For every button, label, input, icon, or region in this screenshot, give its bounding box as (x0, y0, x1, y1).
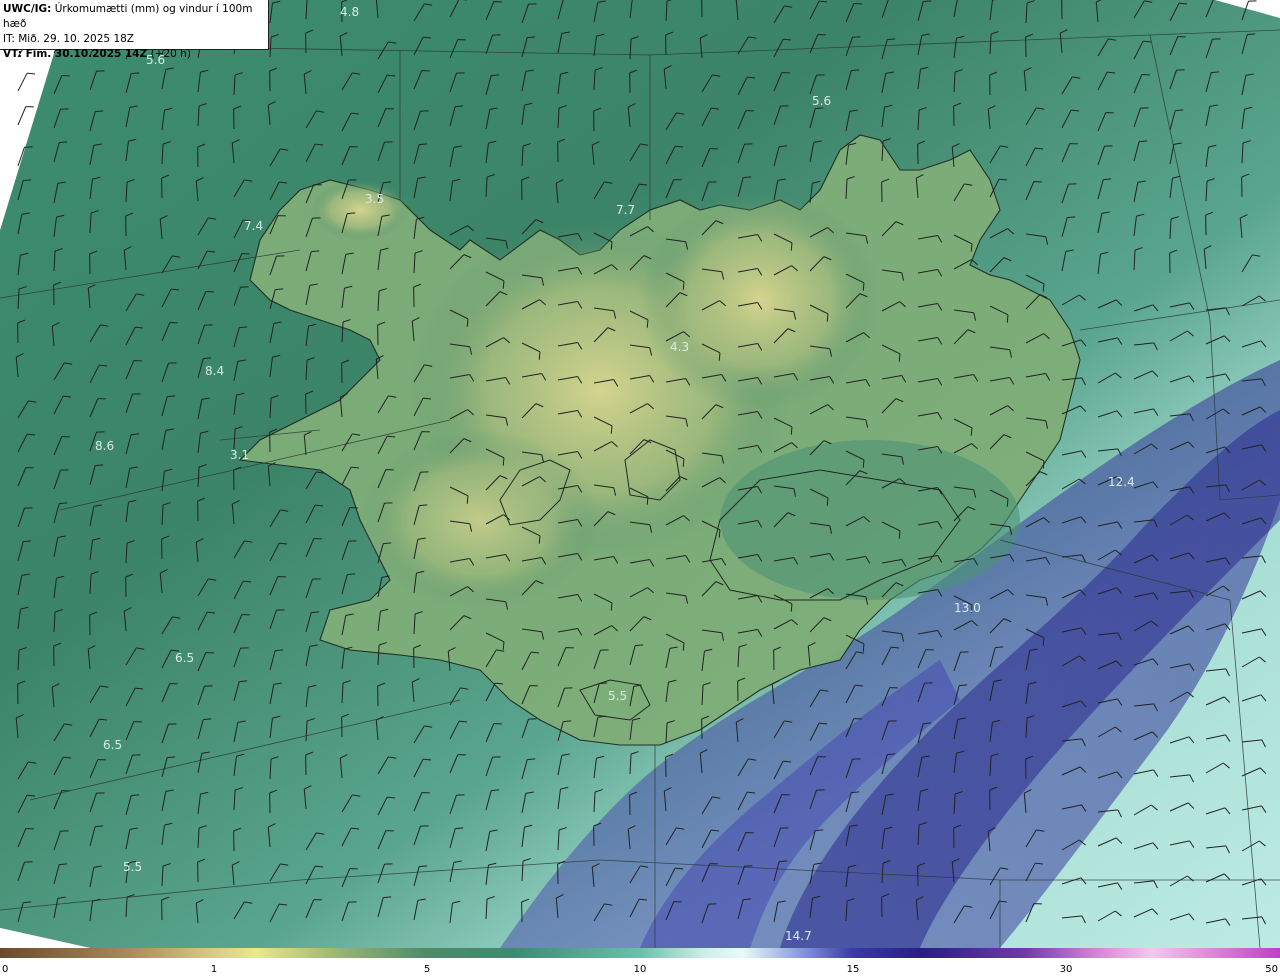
scale-tick: 5 (423, 964, 431, 975)
precipitation-map (0, 0, 1280, 948)
map-title: UWC/IG: Úrkomumætti (mm) og vindur í 100… (3, 3, 253, 30)
value-label: 13.0 (954, 601, 981, 615)
scale-tick: 1 (210, 964, 218, 975)
value-label: 7.7 (616, 203, 636, 217)
scale-tick: 10 (633, 964, 647, 975)
color-scale-ticks: 0 1 5 10 15 30 50 (0, 958, 1280, 978)
valid-time: VT: Fim. 30.10.2025 14Z (+20 h) (3, 48, 191, 60)
map-info-box: UWC/IG: Úrkomumætti (mm) og vindur í 100… (0, 0, 269, 60)
value-label: 7.4 (244, 219, 264, 233)
value-label: 5.5 (608, 689, 628, 703)
scale-tick: 15 (846, 964, 860, 975)
value-label: 6.5 (103, 738, 123, 752)
value-label: 6.5 (175, 651, 195, 665)
value-label: 4.8 (340, 5, 360, 19)
value-label: 5.5 (123, 860, 143, 874)
scale-tick: 50 (1265, 964, 1278, 975)
value-label: 8.6 (95, 439, 115, 453)
value-label: 8.4 (205, 364, 225, 378)
value-label: 14.7 (785, 929, 812, 943)
value-label: 3.1 (230, 448, 250, 462)
value-label: 3.5 (365, 192, 385, 206)
value-label: 4.3 (670, 340, 690, 354)
scale-tick: 30 (1059, 964, 1073, 975)
issue-time: IT: Mið. 29. 10. 2025 18Z (3, 33, 134, 45)
scale-tick: 0 (2, 964, 9, 975)
value-label: 5.6 (146, 53, 166, 67)
color-scale-bar (0, 948, 1280, 958)
value-label: 12.4 (1108, 475, 1135, 489)
value-label: 5.6 (812, 94, 832, 108)
